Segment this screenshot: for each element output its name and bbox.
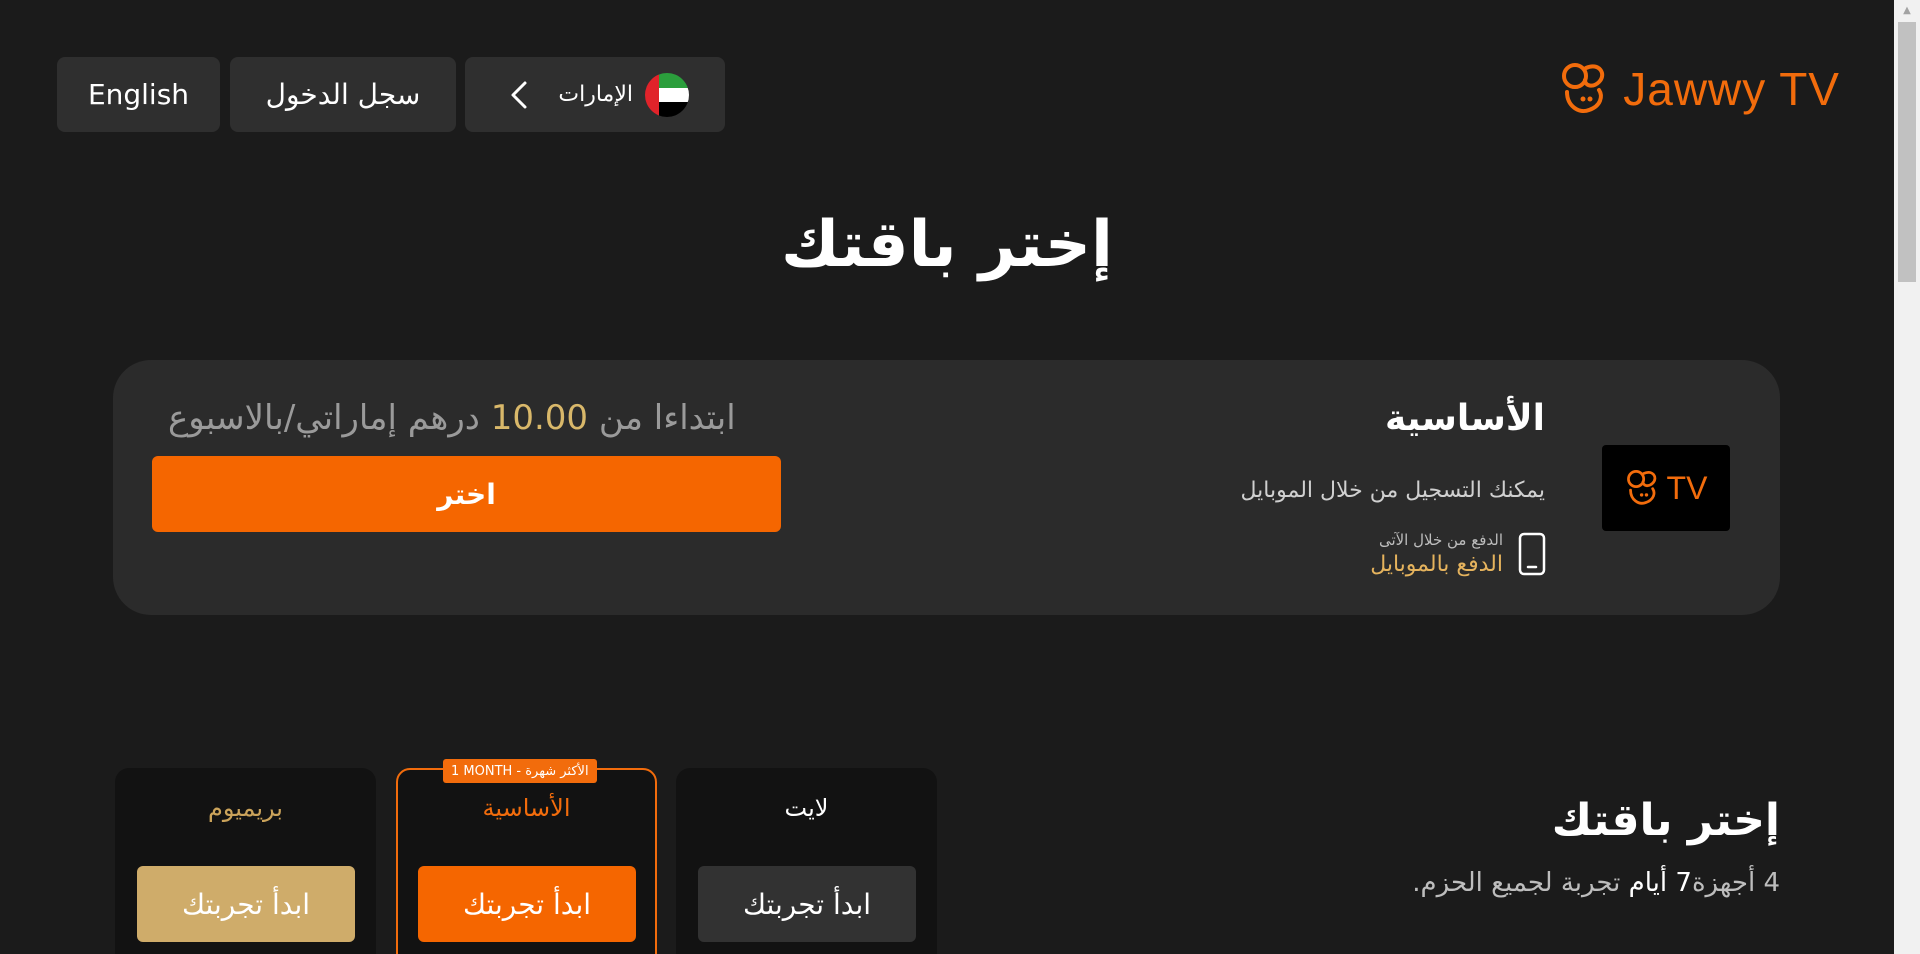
country-label: الإمارات <box>558 82 633 107</box>
language-toggle-button[interactable]: English <box>57 57 220 132</box>
select-label: اختر <box>437 477 496 511</box>
tv-logo: TV <box>1602 445 1730 531</box>
jawwy-logo-icon <box>1626 470 1656 505</box>
login-label: سجل الدخول <box>265 78 421 111</box>
plan-card: ابتداءا من 10.00 درهم إماراتي/بالاسبوع ا… <box>113 360 1780 615</box>
tier-card-premium[interactable]: بريميوم ابدأ تجربتك <box>115 768 376 954</box>
start-trial-button-premium[interactable]: ابدأ تجربتك <box>137 866 355 942</box>
price-prefix: ابتداءا من <box>598 398 736 438</box>
button-label: ابدأ تجربتك <box>462 887 592 921</box>
jawwy-tv-logo[interactable]: Jawwy TV <box>1559 58 1840 120</box>
select-plan-button[interactable]: اختر <box>152 456 781 532</box>
most-popular-badge: 1 MONTH - الأكثر شهرة <box>443 759 597 783</box>
tv-logo-text: TV <box>1666 469 1708 506</box>
uae-flag-icon <box>645 72 689 117</box>
trial-days: 7 أيام <box>1628 868 1692 898</box>
page: English سجل الدخول الإمارات Jawwy TV إخت… <box>0 0 1894 954</box>
vertical-scrollbar[interactable]: ▲ <box>1894 0 1920 954</box>
plan-description: يمكنك التسجيل من خلال الموبايل <box>1240 478 1545 503</box>
logo-text: Jawwy TV <box>1623 63 1840 115</box>
payment-caption: الدفع من خلال الآتى <box>1378 531 1503 549</box>
start-trial-button-basic[interactable]: ابدأ تجربتك <box>418 866 636 942</box>
badge-label: 1 MONTH - الأكثر شهرة <box>451 763 589 779</box>
chevron-left-icon <box>511 81 527 108</box>
scroll-up-arrow-icon[interactable]: ▲ <box>1894 0 1920 20</box>
price-text: ابتداءا من 10.00 درهم إماراتي/بالاسبوع <box>168 398 736 438</box>
payment-method: الدفع بالموبايل <box>1370 552 1503 577</box>
page-title: إختر باقتك <box>781 208 1113 282</box>
tier-card-basic[interactable]: 1 MONTH - الأكثر شهرة الأساسية ابدأ تجرب… <box>396 759 657 954</box>
plan-name: الأساسية <box>1385 398 1545 439</box>
trial-rest: تجربة لجميع الحزم. <box>1412 868 1621 898</box>
button-label: ابدأ تجربتك <box>742 887 872 921</box>
price-value: 10.00 <box>490 398 589 438</box>
start-trial-button-lite[interactable]: ابدأ تجربتك <box>698 866 916 942</box>
button-label: ابدأ تجربتك <box>181 887 311 921</box>
trial-info: 4 أجهزة7 أيام تجربة لجميع الحزم. <box>1412 868 1780 898</box>
tier-name: بريميوم <box>208 794 283 822</box>
tier-card-lite[interactable]: لايت ابدأ تجربتك <box>676 768 937 954</box>
language-label: English <box>87 78 190 111</box>
tier-name: لايت <box>784 794 829 822</box>
price-suffix: درهم إماراتي/بالاسبوع <box>168 398 480 438</box>
section-title: إختر باقتك <box>1551 795 1780 846</box>
login-button[interactable]: سجل الدخول <box>230 57 456 132</box>
tier-name: الأساسية <box>482 794 571 822</box>
country-selector[interactable]: الإمارات <box>465 57 725 132</box>
trial-devices: 4 أجهزة <box>1691 868 1780 898</box>
jawwy-logo-icon <box>1562 63 1605 113</box>
scrollbar-thumb[interactable] <box>1898 22 1916 282</box>
mobile-phone-icon <box>1518 532 1546 576</box>
